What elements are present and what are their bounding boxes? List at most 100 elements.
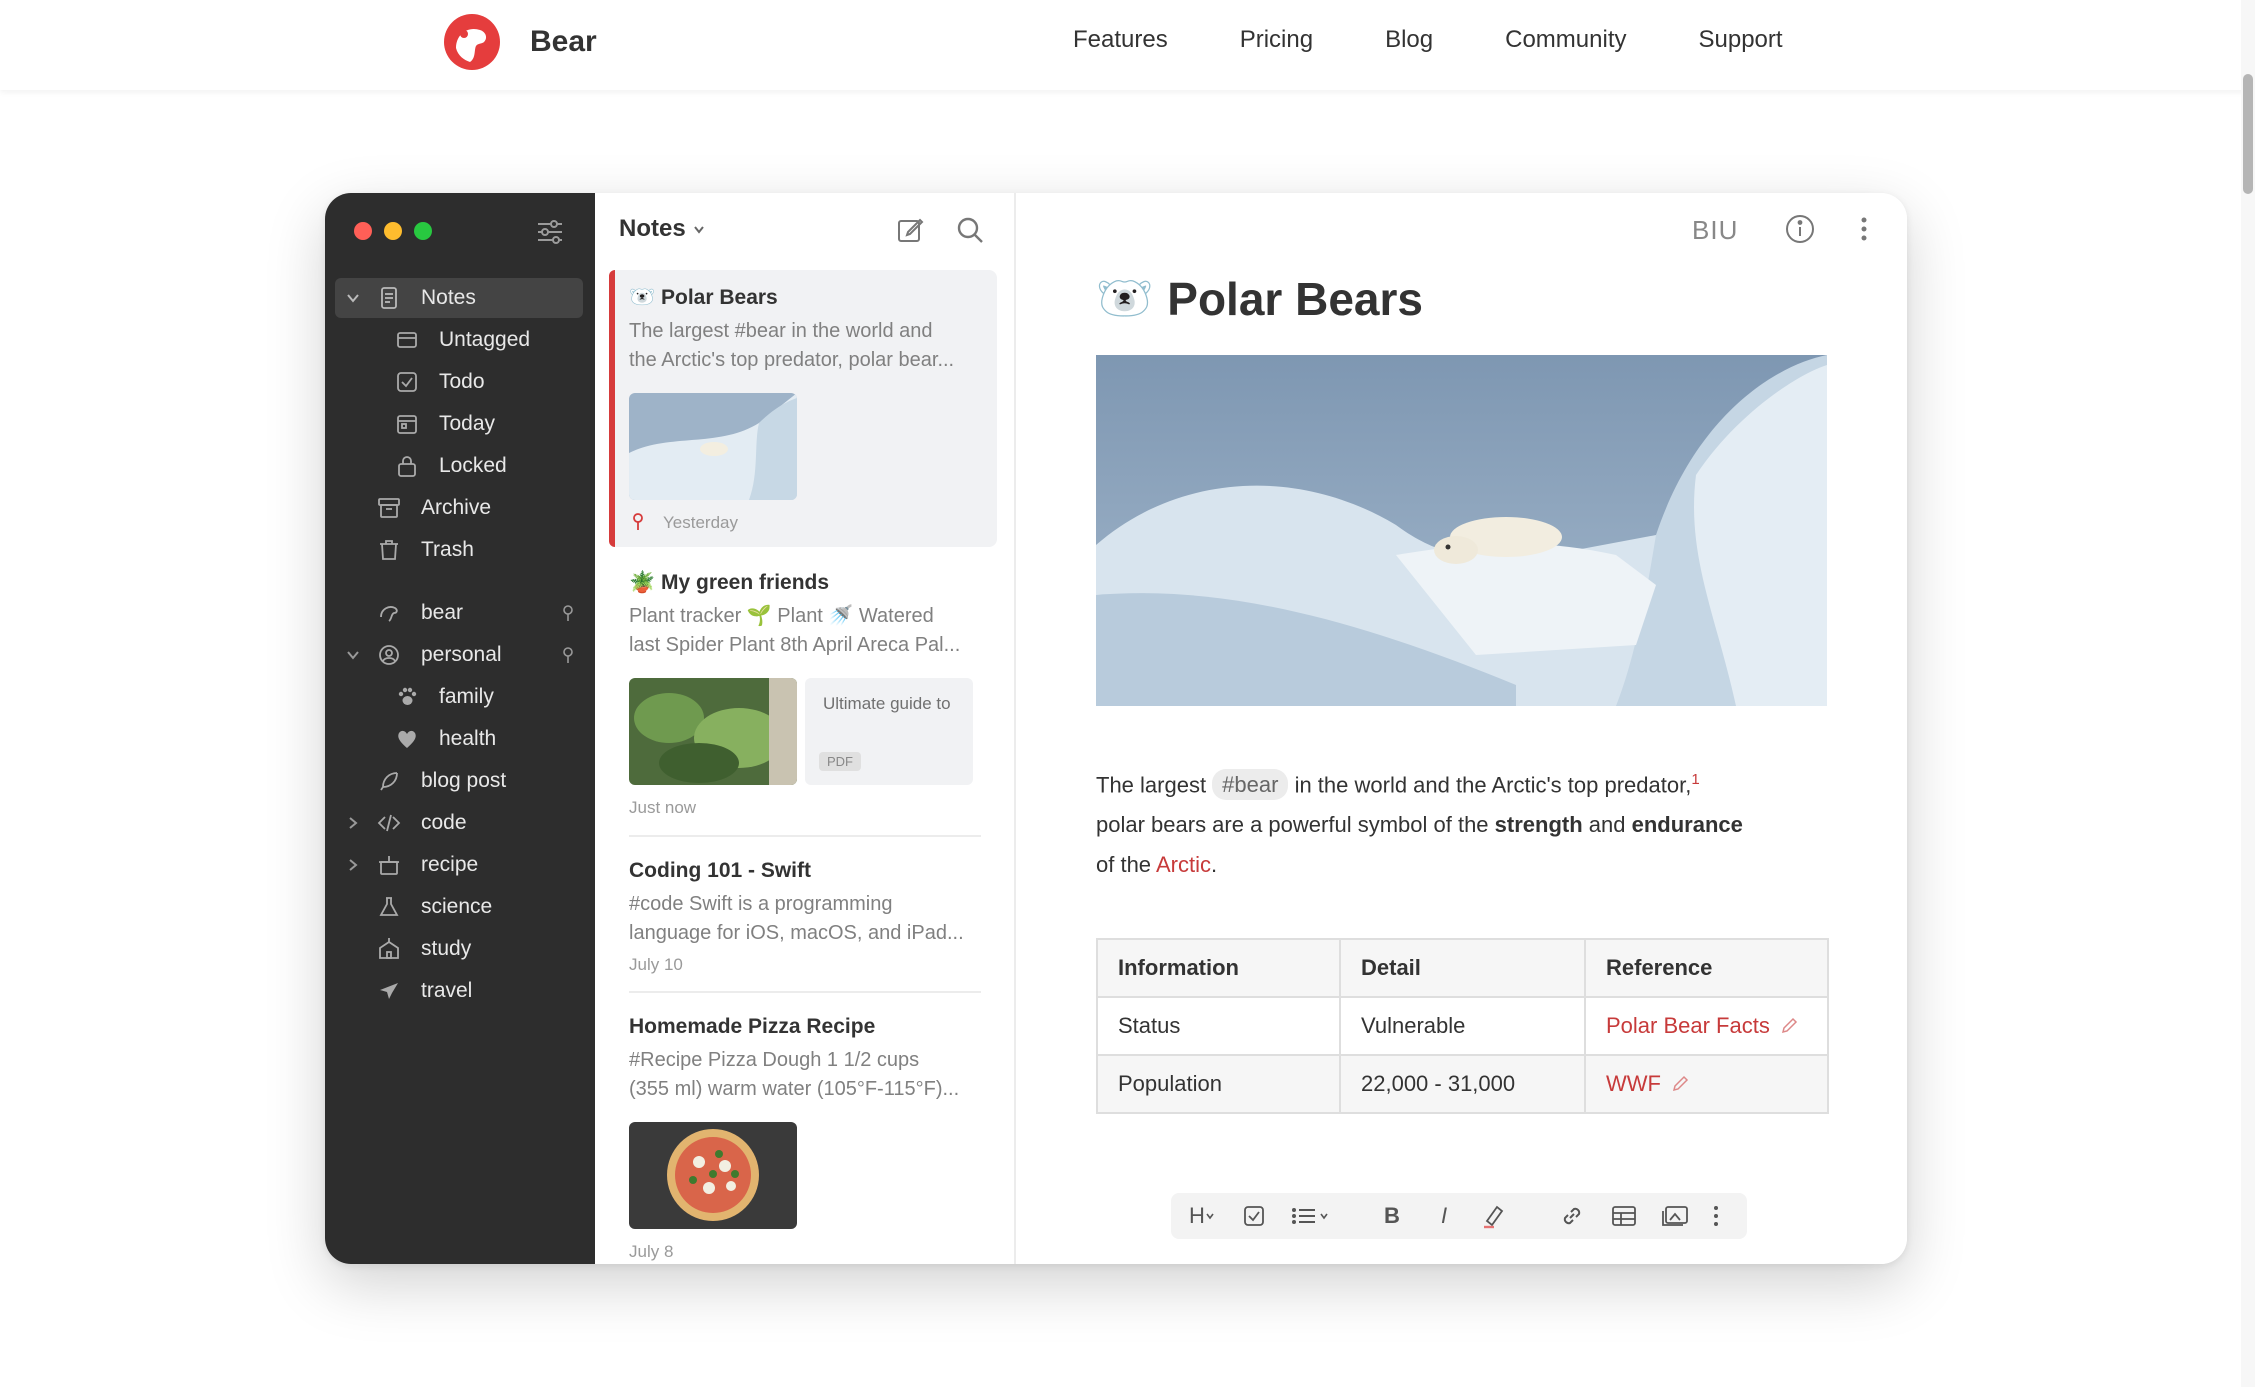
chevron-right-icon[interactable] [345, 815, 361, 831]
chevron-down-icon[interactable] [345, 290, 361, 306]
compose-icon[interactable] [895, 215, 925, 245]
note-card-pizza-recipe[interactable]: Homemade Pizza Recipe #Recipe Pizza Doug… [609, 999, 997, 1264]
more-vertical-icon[interactable] [1848, 213, 1880, 245]
sidebar-item-bear[interactable]: bear [335, 593, 583, 633]
sidebar-item-family[interactable]: family [335, 677, 583, 717]
footnote-marker[interactable]: 1 [1691, 771, 1699, 788]
link-icon[interactable] [1559, 1203, 1585, 1229]
note-title[interactable]: 🐻‍❄️ Polar Bears [1096, 271, 1423, 326]
sliders-icon[interactable] [535, 217, 565, 247]
school-icon [379, 938, 399, 959]
note-date: July 8 [629, 1242, 674, 1261]
arctic-link[interactable]: Arctic [1156, 852, 1211, 877]
table-cell[interactable]: WWF [1584, 1054, 1829, 1114]
chevron-right-icon[interactable] [345, 857, 361, 873]
sidebar-item-notes[interactable]: Notes [335, 278, 583, 318]
wwf-link[interactable]: WWF [1606, 1071, 1661, 1096]
minimize-window-button[interactable] [384, 222, 402, 240]
nav-pricing[interactable]: Pricing [1240, 26, 1313, 54]
chevron-down-icon [1206, 1213, 1214, 1220]
note-preview-line: last Spider Plant 8th April Areca Pal... [629, 634, 961, 656]
pencil-icon[interactable] [1671, 1075, 1689, 1093]
sidebar-item-label: science [421, 895, 493, 918]
note-body-paragraph[interactable]: The largest #bear in the world and the A… [1096, 760, 1816, 885]
search-icon[interactable] [955, 215, 985, 245]
heart-icon [398, 730, 416, 748]
text-style-button[interactable]: BIU [1692, 215, 1738, 246]
sidebar-item-today[interactable]: Today [335, 404, 583, 444]
bold-button[interactable]: B [1381, 1203, 1403, 1229]
sidebar-item-label: bear [421, 601, 464, 624]
paw-icon [398, 687, 417, 705]
table-icon[interactable] [1611, 1203, 1637, 1229]
table-cell[interactable]: Polar Bear Facts [1584, 996, 1829, 1056]
checkbox-icon[interactable] [1243, 1203, 1265, 1229]
table-header[interactable]: Information [1096, 938, 1341, 998]
page-scrollbar[interactable] [2241, 0, 2255, 1387]
sidebar-item-untagged[interactable]: Untagged [335, 320, 583, 360]
nav-support[interactable]: Support [1698, 26, 1782, 54]
note-preview-line: The largest #bear in the world and [629, 320, 933, 342]
nav-features[interactable]: Features [1073, 26, 1168, 54]
polar-bear-thumbnail [629, 393, 797, 500]
table-cell[interactable]: 22,000 - 31,000 [1339, 1054, 1586, 1114]
more-vertical-icon[interactable] [1709, 1203, 1723, 1229]
image-icon[interactable] [1661, 1203, 1689, 1229]
sidebar-item-science[interactable]: science [335, 887, 583, 927]
sidebar-item-todo[interactable]: Todo [335, 362, 583, 402]
pdf-attachment[interactable]: Ultimate guide to PDF [805, 678, 973, 785]
table-cell[interactable]: Population [1096, 1054, 1341, 1114]
sidebar-item-trash[interactable]: Trash [335, 530, 583, 570]
sidebar-item-blog-post[interactable]: blog post [335, 761, 583, 801]
sidebar-item-health[interactable]: health [335, 719, 583, 759]
sidebar-item-label: Todo [439, 370, 485, 393]
note-title-text: Polar Bears [1167, 272, 1423, 325]
sidebar-item-travel[interactable]: travel [335, 971, 583, 1011]
heading-button[interactable]: H [1185, 1203, 1219, 1229]
table-header[interactable]: Detail [1339, 938, 1586, 998]
sidebar-item-study[interactable]: study [335, 929, 583, 969]
sidebar-item-code[interactable]: code [335, 803, 583, 843]
sidebar-item-locked[interactable]: Locked [335, 446, 583, 486]
table-header-row: Information Detail Reference [1096, 938, 1829, 998]
note-card-polar-bears[interactable]: 🐻‍❄️ Polar Bears The largest #bear in th… [609, 270, 997, 547]
chevron-down-icon[interactable] [345, 647, 361, 663]
untagged-icon [397, 332, 417, 348]
brand[interactable]: Bear [442, 12, 597, 72]
info-icon[interactable] [1784, 213, 1816, 245]
nav-blog[interactable]: Blog [1385, 26, 1433, 54]
table-cell[interactable]: Vulnerable [1339, 996, 1586, 1056]
sidebar-item-label: travel [421, 979, 473, 1002]
plane-icon [380, 983, 398, 999]
tag-chip[interactable]: #bear [1212, 769, 1289, 801]
scrollbar-thumb[interactable] [2243, 74, 2253, 194]
close-window-button[interactable] [354, 222, 372, 240]
sidebar-item-label: family [439, 685, 494, 708]
plants-thumbnail [629, 678, 797, 785]
italic-button[interactable]: I [1433, 1203, 1455, 1229]
body-text: . [1210, 852, 1218, 878]
sidebar-item-label: personal [421, 643, 502, 666]
sidebar-item-recipe[interactable]: recipe [335, 845, 583, 885]
sidebar-item-archive[interactable]: Archive [335, 488, 583, 528]
zoom-window-button[interactable] [414, 222, 432, 240]
nav-links: Features Pricing Blog Community Support [1073, 26, 1783, 54]
pencil-icon[interactable] [1780, 1017, 1798, 1035]
table-header[interactable]: Reference [1584, 938, 1829, 998]
note-card-coding-swift[interactable]: Coding 101 - Swift #code Swift is a prog… [609, 843, 997, 983]
note-title-text: My green friends [661, 571, 830, 594]
note-card-green-friends[interactable]: 🪴 My green friends Plant tracker 🌱 Plant… [609, 555, 997, 820]
note-preview-line: (355 ml) warm water (105°F-115°F)... [629, 1078, 960, 1100]
note-card-title: Homemade Pizza Recipe [629, 1015, 876, 1038]
archive-icon [378, 498, 400, 518]
table-cell[interactable]: Status [1096, 996, 1341, 1056]
polar-bear-facts-link[interactable]: Polar Bear Facts [1606, 1013, 1770, 1038]
notes-list-title[interactable]: Notes [619, 215, 706, 243]
nav-community[interactable]: Community [1505, 26, 1626, 54]
note-card-preview: #Recipe Pizza Dough 1 1/2 cups (355 ml) … [629, 1046, 984, 1104]
sidebar-item-personal[interactable]: personal [335, 635, 583, 675]
body-text: The largest [1096, 772, 1213, 798]
list-button[interactable] [1289, 1203, 1331, 1229]
highlighter-icon[interactable] [1481, 1203, 1507, 1229]
note-card-title: 🐻‍❄️ Polar Bears [629, 286, 778, 310]
